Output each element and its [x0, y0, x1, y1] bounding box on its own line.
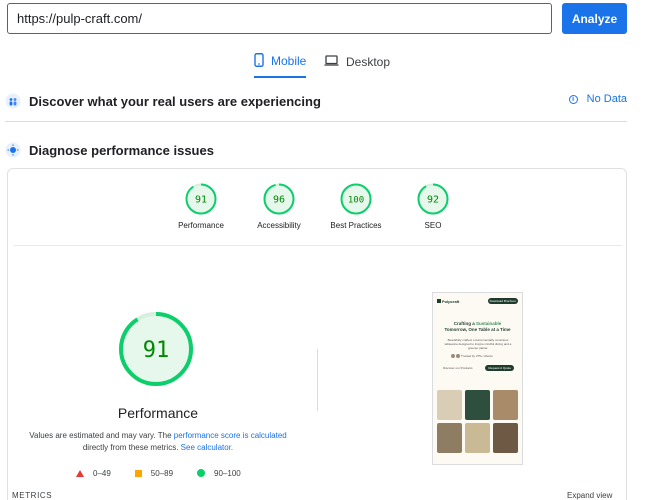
gauge-accessibility-score: 96 — [273, 195, 285, 206]
performance-gauge: 91 — [119, 312, 193, 386]
gauge-accessibility-ring: 96 — [263, 183, 295, 215]
no-data-label: No Data — [586, 93, 627, 105]
performance-score: 91 — [143, 338, 170, 363]
expand-view-link[interactable]: Expand view — [567, 491, 612, 500]
lighthouse-icon — [5, 142, 21, 158]
preview-headline: Crafting a Sustainable Tomorrow, One Tab… — [444, 321, 511, 332]
gauge-best-practices-score: 100 — [348, 196, 364, 206]
metrics-label: METRICS — [12, 491, 53, 500]
triangle-icon — [76, 469, 84, 477]
field-data-title: Discover what your real users are experi… — [29, 93, 321, 109]
gauge-best-practices-label: Best Practices — [330, 221, 382, 230]
preview-photo — [437, 390, 462, 420]
legend-fail-range: 0–49 — [93, 468, 111, 478]
info-icon: i — [568, 94, 578, 104]
gauge-performance-score: 91 — [195, 195, 207, 206]
gauge-best-practices[interactable]: 100 Best Practices — [316, 183, 396, 230]
preview-cta-row: Discover our Products Request A Quote — [443, 365, 514, 371]
tab-desktop[interactable]: Desktop — [324, 48, 390, 78]
preview-photo — [465, 423, 490, 453]
square-icon — [134, 469, 142, 477]
laptop-icon — [324, 55, 339, 69]
gauge-seo-score: 92 — [427, 195, 439, 206]
category-gauges: 91 Performance 96 Accessibility 100 Best… — [8, 183, 626, 245]
score-legend: 0–49 50–89 90–100 — [76, 467, 265, 479]
legend-pass: 90–100 — [197, 469, 241, 478]
performance-note: Values are estimated and may vary. The p… — [8, 430, 308, 454]
preview-subtext: Beautifully crafted, environmentally con… — [444, 338, 512, 350]
users-icon — [5, 93, 21, 109]
gauge-seo-ring: 92 — [417, 183, 449, 215]
gauge-accessibility[interactable]: 96 Accessibility — [239, 183, 319, 230]
tab-desktop-label: Desktop — [346, 55, 391, 69]
no-data-link[interactable]: i No Data — [568, 93, 627, 105]
gauge-performance-label: Performance — [178, 221, 224, 230]
see-calculator-link[interactable]: See calculator. — [181, 443, 233, 452]
note-prefix: Values are estimated and may vary. The — [29, 431, 172, 440]
preview-nav-button: Download Brochure — [487, 298, 518, 304]
legend-pass-range: 90–100 — [214, 468, 241, 478]
preview-photo — [437, 423, 462, 453]
circle-icon — [197, 469, 206, 477]
lab-data-section: Diagnose performance issues — [5, 138, 627, 162]
gauge-performance-ring: 91 — [185, 183, 217, 215]
gauge-seo[interactable]: 92 SEO — [393, 183, 473, 230]
device-tabs: Mobile Desktop — [0, 48, 647, 78]
analyze-button[interactable]: Analyze — [562, 3, 627, 34]
field-data-section: Discover what your real users are experi… — [5, 89, 627, 113]
gauge-performance[interactable]: 91 Performance — [161, 183, 241, 230]
gauge-best-practices-ring: 100 — [340, 183, 372, 215]
legend-average: 50–89 — [134, 468, 174, 478]
preview-nav: Pulpcraft Download Brochure — [437, 297, 518, 305]
preview-photo — [493, 423, 518, 453]
smartphone-icon — [254, 52, 264, 70]
tab-mobile-label: Mobile — [271, 54, 307, 68]
url-bar: Analyze — [7, 3, 627, 34]
vertical-divider — [317, 349, 318, 411]
gauge-accessibility-label: Accessibility — [257, 221, 301, 230]
preview-photo — [465, 390, 490, 420]
legend-fail: 0–49 — [76, 469, 111, 478]
preview-trust: Trusted by 375+ Clients — [451, 354, 507, 358]
lab-data-title: Diagnose performance issues — [29, 142, 214, 158]
url-input[interactable] — [7, 3, 552, 34]
section-divider — [5, 121, 627, 122]
performance-title: Performance — [117, 405, 199, 421]
performance-score-link[interactable]: performance score is calculated — [174, 431, 287, 440]
report-card: 91 Performance 96 Accessibility 100 Best… — [7, 168, 627, 500]
page-screenshot: Pulpcraft Download Brochure Crafting a S… — [432, 292, 523, 465]
gauge-seo-label: SEO — [424, 221, 442, 230]
preview-logo: Pulpcraft — [437, 299, 459, 304]
legend-average-range: 50–89 — [150, 468, 174, 478]
card-divider — [14, 245, 622, 246]
note-middle: directly from these metrics. — [82, 443, 179, 452]
tab-mobile[interactable]: Mobile — [254, 48, 306, 78]
preview-photo — [493, 390, 518, 420]
